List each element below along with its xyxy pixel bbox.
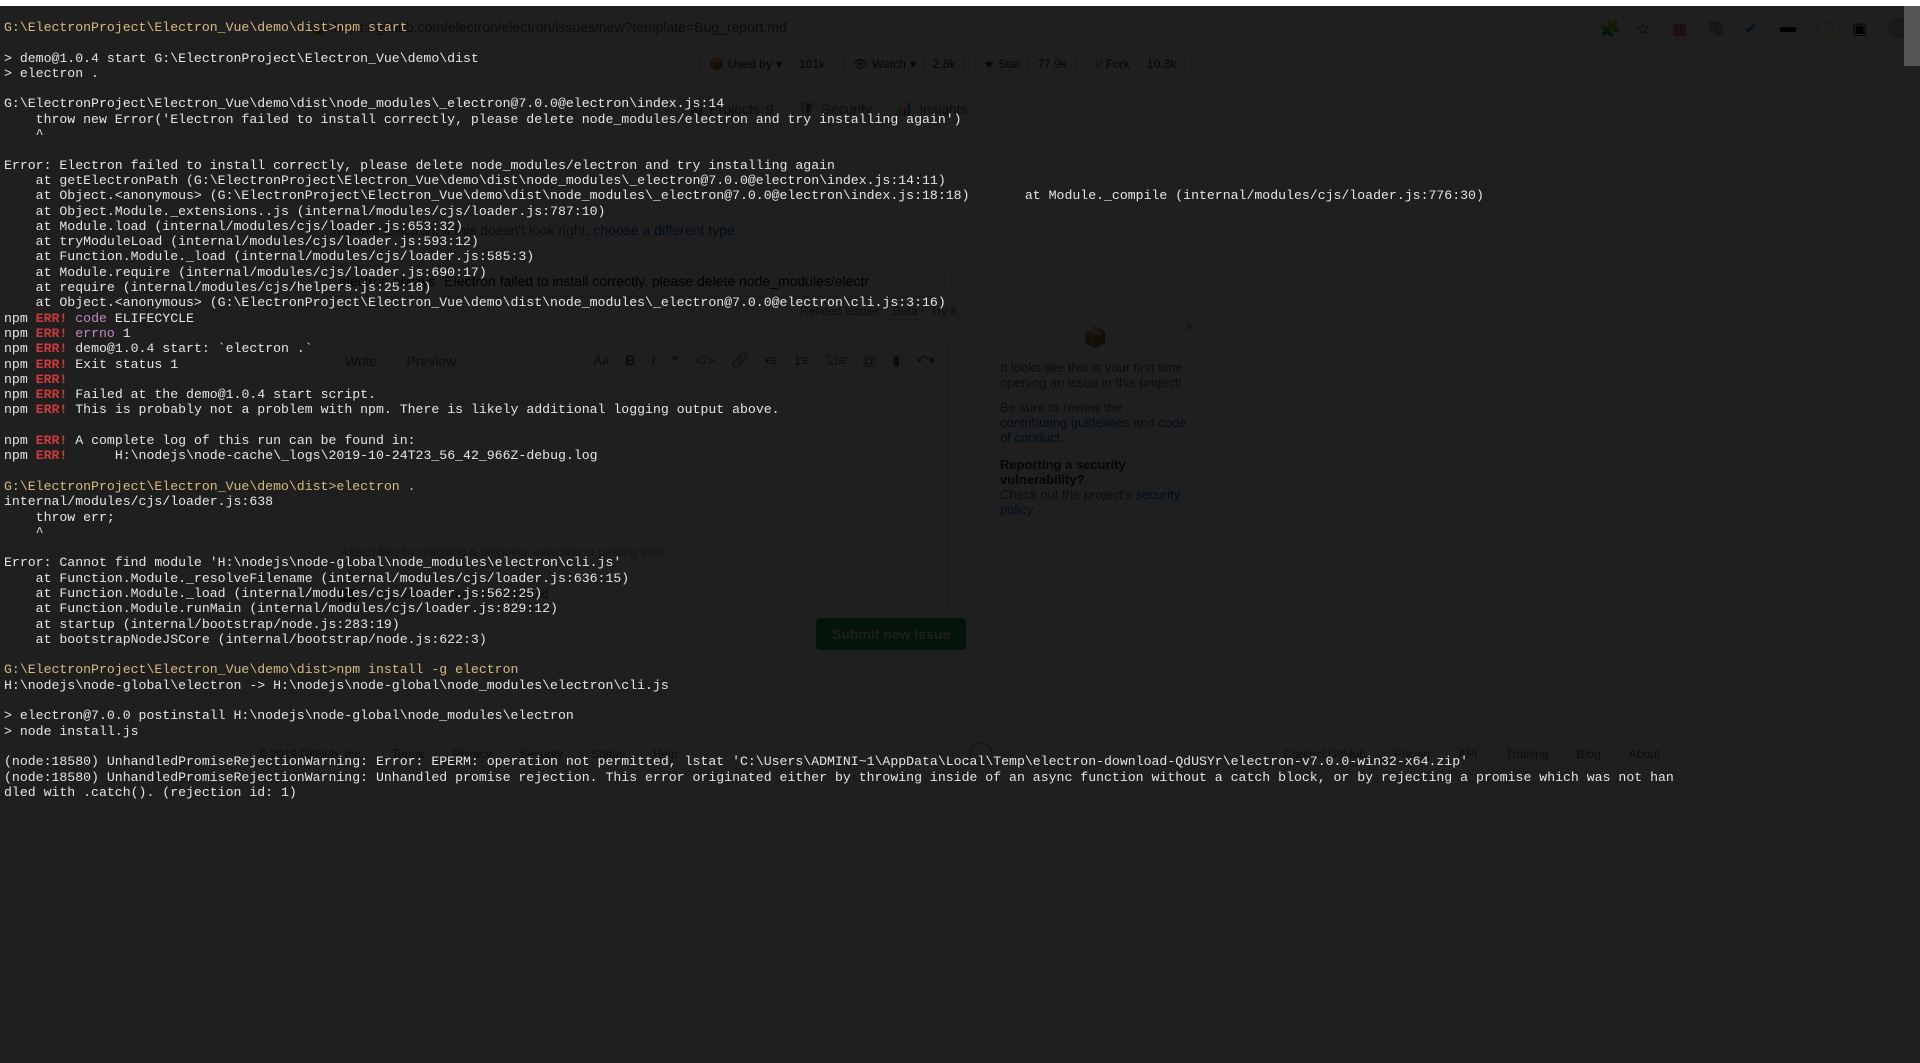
terminal-line: at Object.<anonymous> (G:\ElectronProjec… [4, 188, 1916, 203]
terminal-line: Error: Electron failed to install correc… [4, 158, 1916, 173]
terminal-line: H:\nodejs\node-global\electron -> H:\nod… [4, 678, 1916, 693]
terminal-line: ^ [4, 525, 1916, 540]
terminal-line: Error: Cannot find module 'H:\nodejs\nod… [4, 555, 1916, 570]
terminal-line: internal/modules/cjs/loader.js:638 [4, 494, 1916, 509]
terminal-line: at Object.Module._extensions..js (intern… [4, 204, 1916, 219]
terminal-line: at Module.load (internal/modules/cjs/loa… [4, 219, 1916, 234]
terminal-line: at Function.Module._load (internal/modul… [4, 586, 1916, 601]
terminal-line: at require (internal/modules/cjs/helpers… [4, 280, 1916, 295]
terminal-line: npm ERR! Exit status 1 [4, 357, 1916, 372]
terminal-line: npm ERR! H:\nodejs\node-cache\_logs\2019… [4, 448, 1916, 463]
terminal-line: at bootstrapNodeJSCore (internal/bootstr… [4, 632, 1916, 647]
terminal-line: at startup (internal/bootstrap/node.js:2… [4, 617, 1916, 632]
terminal-line: > electron@7.0.0 postinstall H:\nodejs\n… [4, 708, 1916, 723]
terminal-line: at Module.require (internal/modules/cjs/… [4, 265, 1916, 280]
terminal-line: throw err; [4, 510, 1916, 525]
terminal-line: at tryModuleLoad (internal/modules/cjs/l… [4, 234, 1916, 249]
terminal-line: (node:18580) UnhandledPromiseRejectionWa… [4, 770, 1916, 785]
terminal-overlay[interactable]: G:\ElectronProject\Electron_Vue\demo\dis… [0, 6, 1920, 1063]
terminal-line: npm ERR! This is probably not a problem … [4, 402, 1916, 417]
terminal-line: > electron . [4, 66, 1916, 81]
terminal-line: at Function.Module._load (internal/modul… [4, 249, 1916, 264]
terminal-line: > node install.js [4, 724, 1916, 739]
terminal-line: G:\ElectronProject\Electron_Vue\demo\dis… [4, 20, 1916, 35]
terminal-line: ^ [4, 127, 1916, 142]
terminal-line: at getElectronPath (G:\ElectronProject\E… [4, 173, 1916, 188]
terminal-line: throw new Error('Electron failed to inst… [4, 112, 1916, 127]
terminal-line: npm ERR! A complete log of this run can … [4, 433, 1916, 448]
terminal-line: at Function.Module.runMain (internal/mod… [4, 601, 1916, 616]
terminal-line: G:\ElectronProject\Electron_Vue\demo\dis… [4, 662, 1916, 677]
terminal-line: dled with .catch(). (rejection id: 1) [4, 785, 1916, 800]
terminal-line: npm ERR! [4, 372, 1916, 387]
terminal-line: at Object.<anonymous> (G:\ElectronProjec… [4, 295, 1916, 310]
terminal-line: npm ERR! errno 1 [4, 326, 1916, 341]
terminal-line: G:\ElectronProject\Electron_Vue\demo\dis… [4, 479, 1916, 494]
terminal-line: npm ERR! Failed at the demo@1.0.4 start … [4, 387, 1916, 402]
scrollbar[interactable] [1904, 6, 1920, 66]
terminal-line: > demo@1.0.4 start G:\ElectronProject\El… [4, 51, 1916, 66]
terminal-line: G:\ElectronProject\Electron_Vue\demo\dis… [4, 96, 1916, 111]
terminal-line: npm ERR! demo@1.0.4 start: `electron .` [4, 341, 1916, 356]
terminal-line: at Function.Module._resolveFilename (int… [4, 571, 1916, 586]
terminal-line: (node:18580) UnhandledPromiseRejectionWa… [4, 754, 1916, 769]
terminal-line: npm ERR! code ELIFECYCLE [4, 311, 1916, 326]
